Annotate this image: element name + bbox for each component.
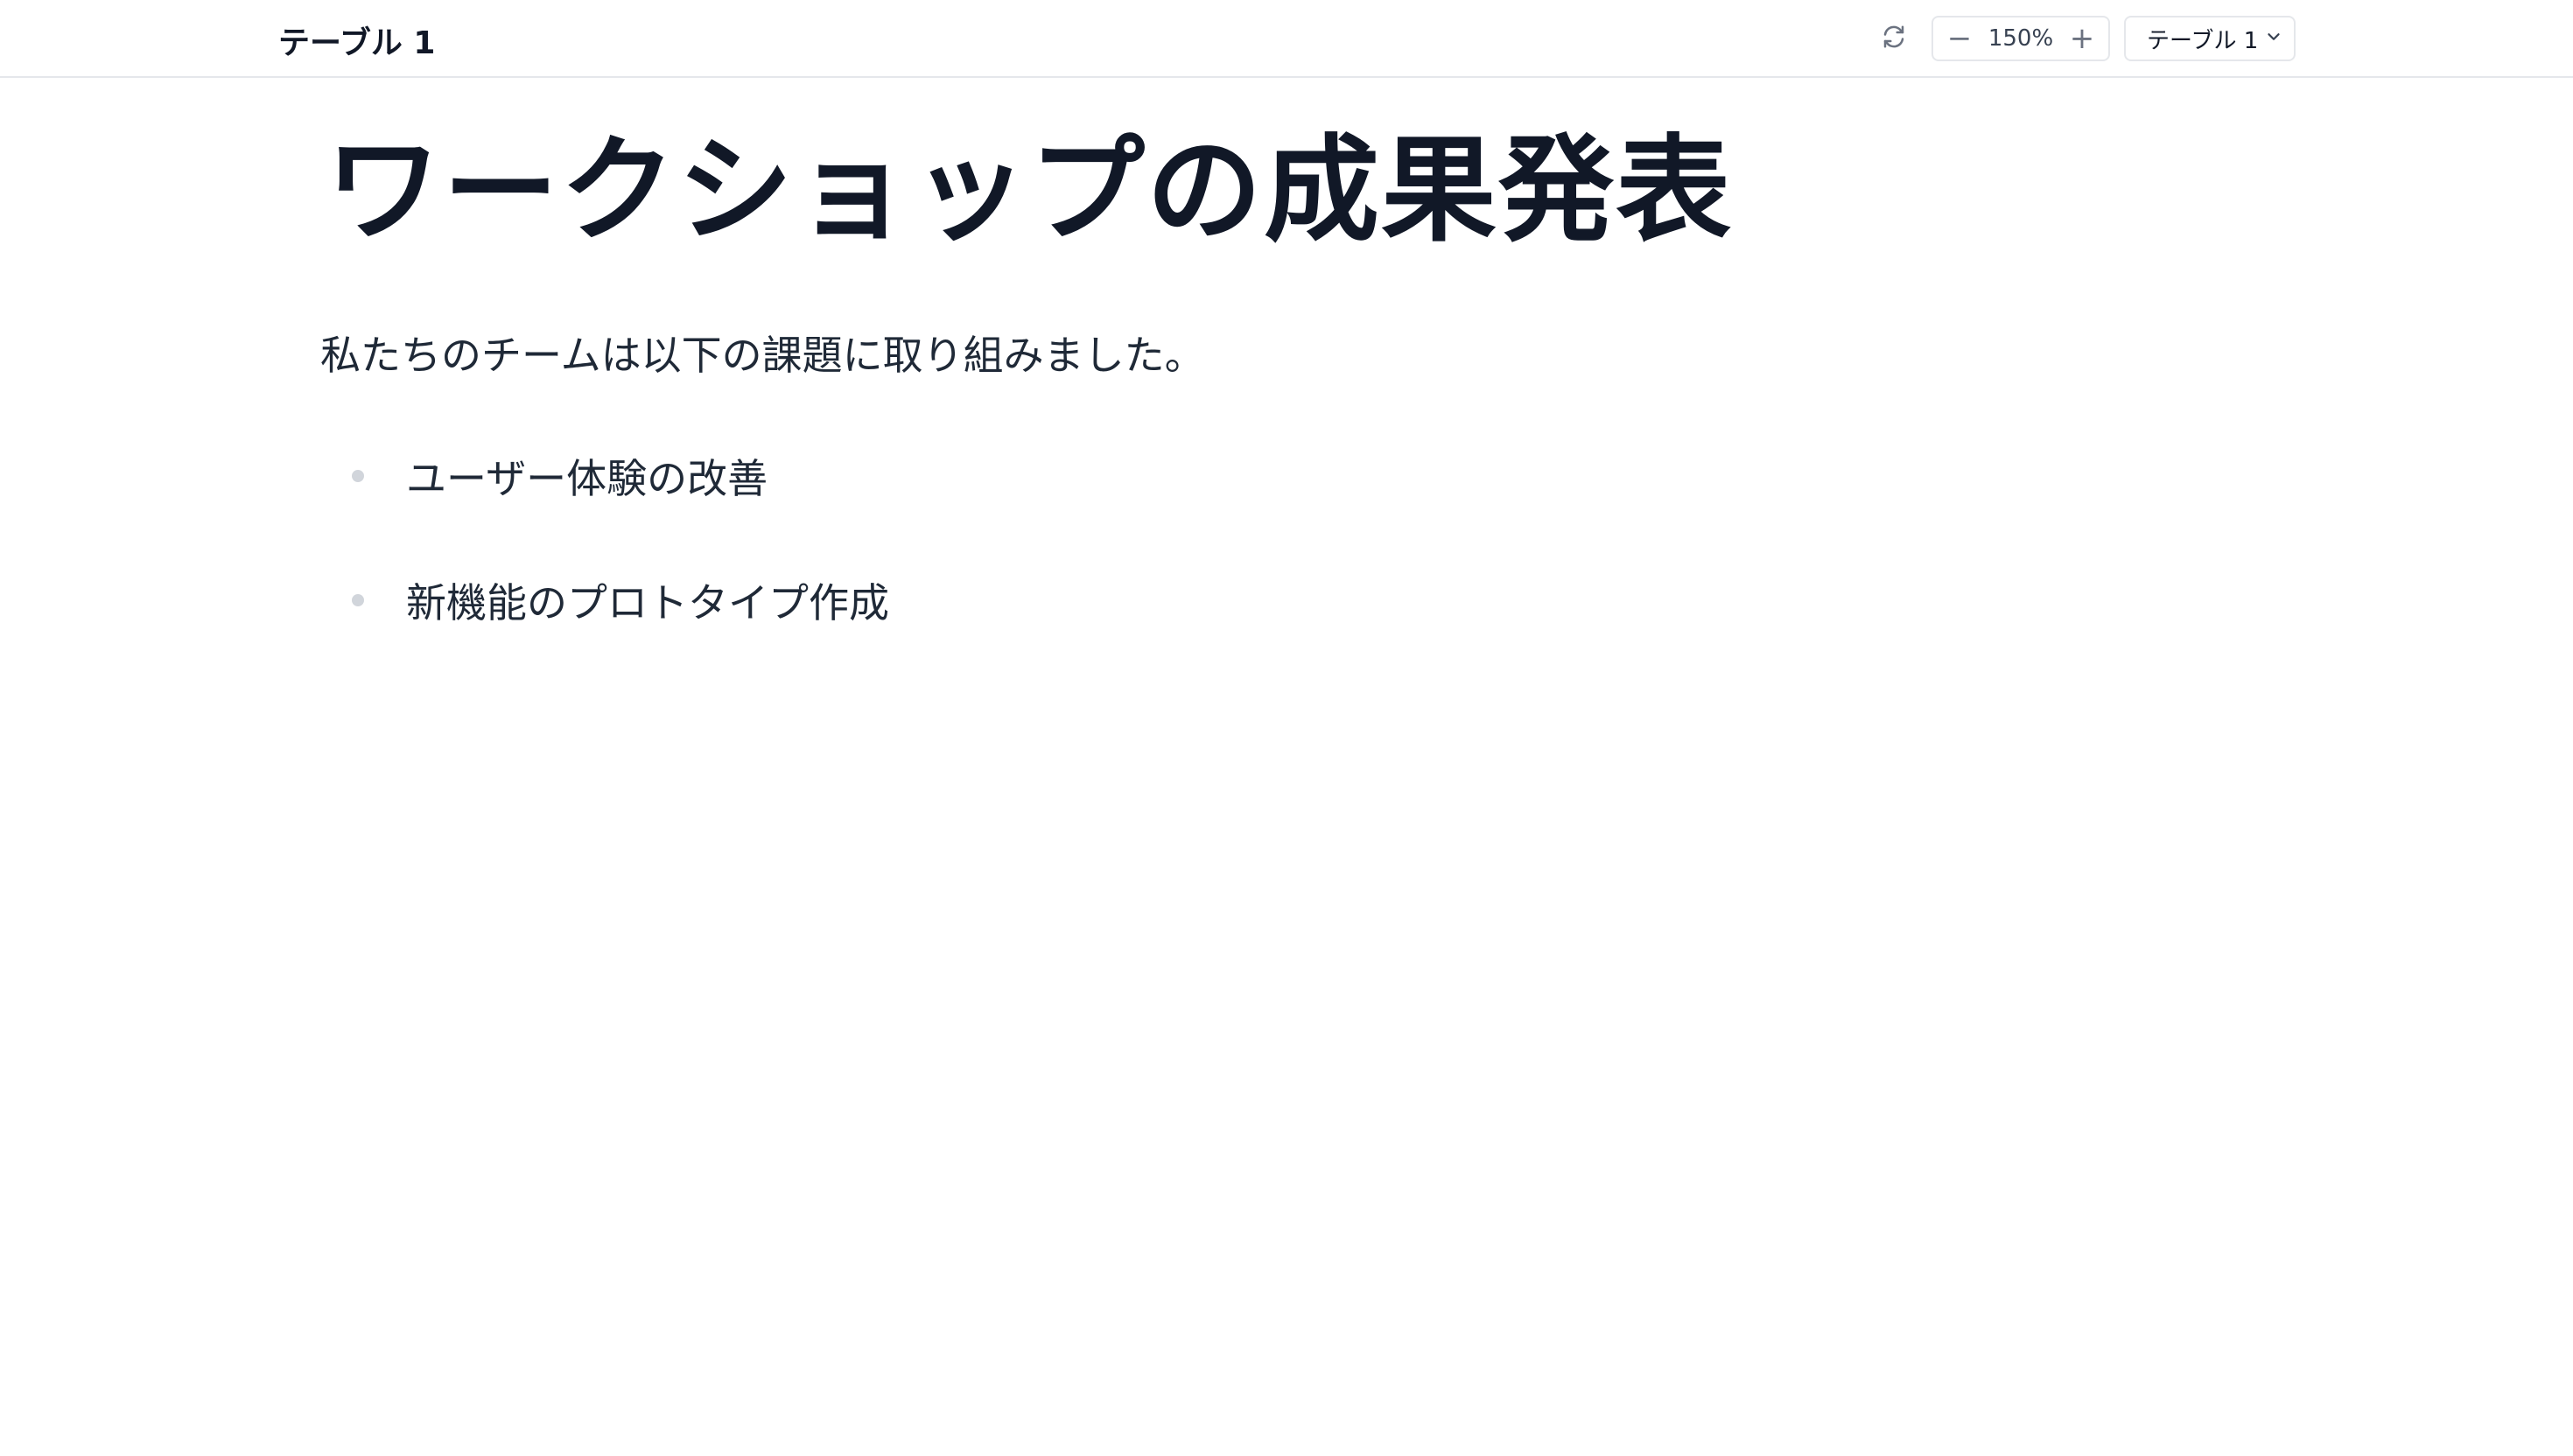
list-item-text: ユーザー体験の改善 (406, 455, 768, 502)
zoom-control: − 150% + (1932, 16, 2110, 61)
list-item: ユーザー体験の改善 (352, 447, 768, 505)
list-item-text: 新機能のプロトタイプ作成 (406, 579, 889, 626)
document-content: ワークショップの成果発表 私たちのチームは以下の課題に取り組みました。 ユーザー… (0, 78, 2573, 1456)
zoom-out-button[interactable]: − (1946, 23, 1974, 54)
document-paragraph: 私たちのチームは以下の課題に取り組みました。 (320, 332, 1205, 379)
document-title: テーブル 1 (278, 25, 436, 61)
zoom-in-button[interactable]: + (2068, 23, 2096, 54)
chevron-down-icon (2264, 27, 2283, 50)
list-item: 新機能のプロトタイプ作成 (352, 571, 889, 629)
table-select[interactable]: テーブル 1 (2124, 16, 2296, 61)
top-bar: テーブル 1 − 150% + テーブル 1 (0, 0, 2573, 78)
refresh-button[interactable] (1875, 19, 1913, 58)
document-heading: ワークショップの成果発表 (326, 123, 1733, 258)
bullet-dot-icon (352, 470, 364, 482)
refresh-icon (1881, 24, 1907, 53)
bullet-dot-icon (352, 594, 364, 606)
zoom-level: 150% (1988, 25, 2054, 52)
table-select-value: テーブル 1 (2147, 27, 2259, 54)
